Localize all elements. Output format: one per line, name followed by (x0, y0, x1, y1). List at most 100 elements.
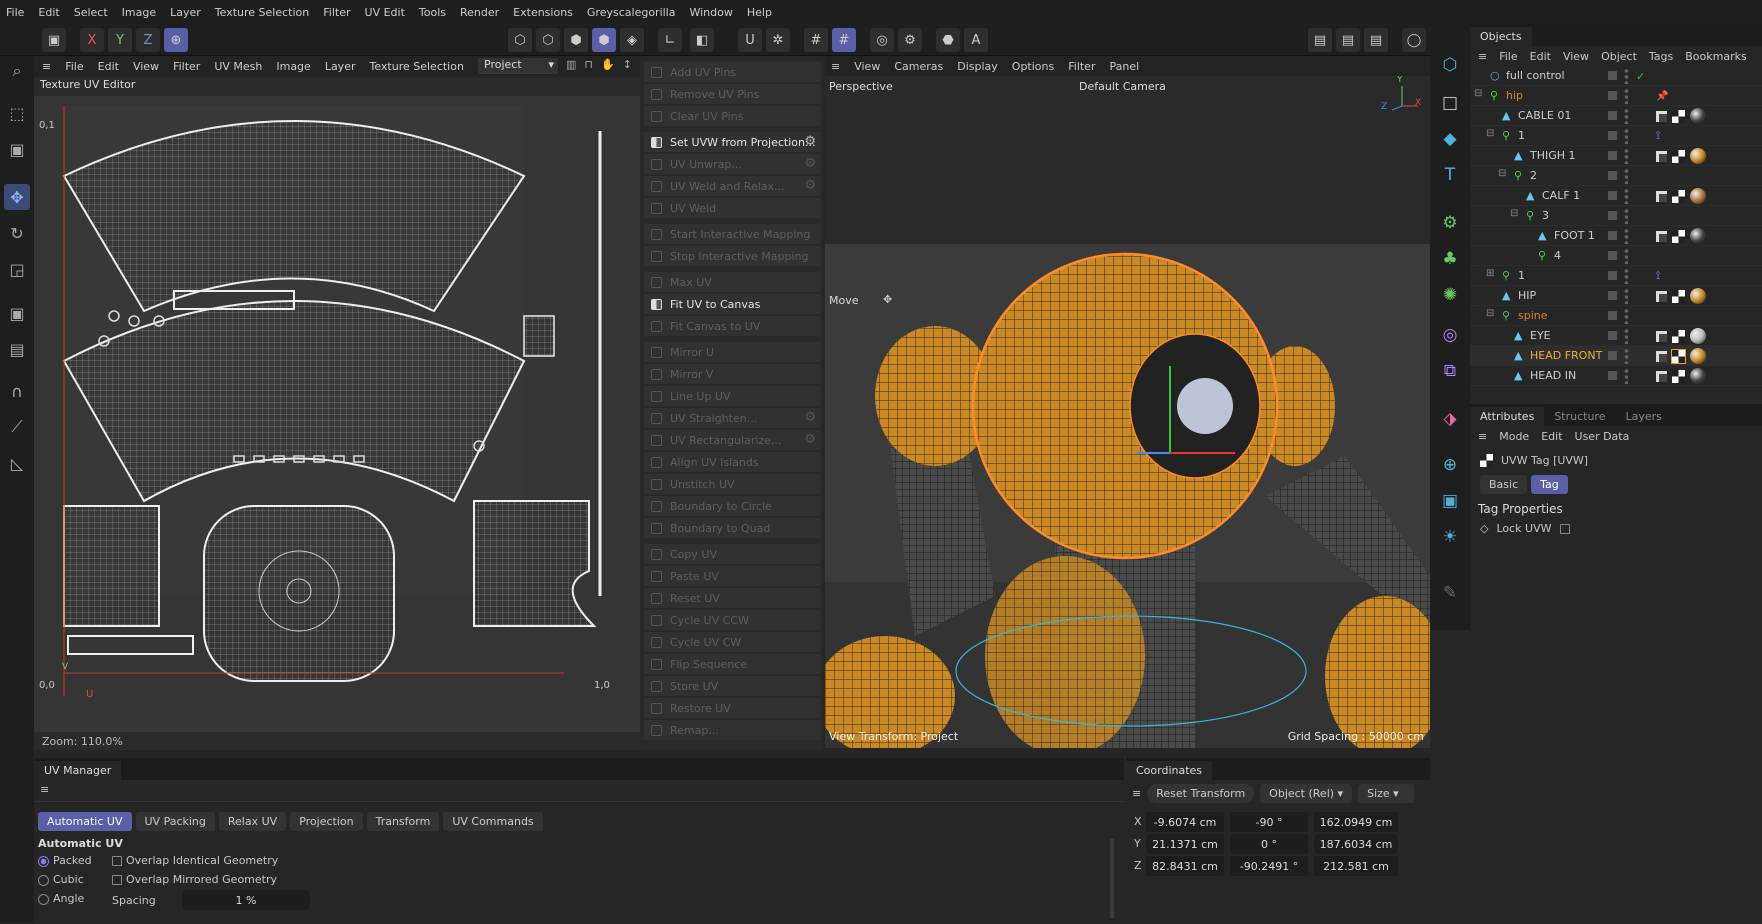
visibility-toggle[interactable] (1608, 191, 1617, 200)
objects-menu-file[interactable]: File (1499, 50, 1517, 63)
viewport-menu-filter[interactable]: Filter (1068, 60, 1095, 73)
viewport-menu-cameras[interactable]: Cameras (894, 60, 943, 73)
ik-tag-icon[interactable]: ⟟ (1656, 129, 1660, 143)
size-mode-select[interactable]: Size ▾ (1358, 783, 1415, 803)
attr-tab-basic[interactable]: Basic (1480, 475, 1528, 494)
uv-menu-layer[interactable]: Layer (325, 60, 356, 73)
cmd-clear-uv-pins[interactable]: Clear UV Pins (644, 106, 820, 127)
objects-menu-object[interactable]: Object (1601, 50, 1637, 63)
solo-icon[interactable]: ◎ (870, 28, 894, 52)
volume-icon[interactable]: ⧉ (1437, 358, 1463, 384)
uv-manager-tab-transform[interactable]: Transform (366, 812, 440, 831)
cmd-reset-uv[interactable]: Reset UV (644, 588, 820, 609)
material-tag-icon[interactable] (1690, 188, 1706, 204)
material-tag-icon[interactable] (1690, 368, 1706, 384)
objects-menu-bookmarks[interactable]: Bookmarks (1685, 50, 1746, 63)
objects-menu-view[interactable]: View (1563, 50, 1589, 63)
cmd-uv-weld-and-relax[interactable]: UV Weld and Relax... ⚙ (644, 176, 820, 197)
layer-dots[interactable] (1624, 348, 1629, 364)
uv-polygons-mode-icon[interactable]: ⬢ (592, 28, 616, 52)
deformer-icon[interactable]: ✺ (1437, 282, 1463, 308)
cmd-align-uv-islands[interactable]: Align UV Islands (644, 452, 820, 473)
object-row[interactable]: ⊟ ⚲ 2 (1470, 166, 1762, 186)
layer-dots[interactable] (1624, 108, 1629, 124)
snap-icon[interactable]: Ս (738, 28, 762, 52)
overlap-identical-checkbox[interactable]: Overlap Identical Geometry (112, 854, 278, 867)
keyframe-diamond-icon[interactable]: ◇ (1480, 522, 1488, 535)
layer-dots[interactable] (1624, 268, 1629, 284)
cube-icon[interactable]: ⬡ (1437, 52, 1463, 78)
workplane-icon[interactable]: # (832, 28, 856, 52)
uvw-tag-icon[interactable] (1672, 149, 1685, 163)
menu-image[interactable]: Image (122, 6, 156, 19)
visibility-toggle[interactable] (1608, 271, 1617, 280)
points-mode-icon[interactable]: ⬡ (508, 28, 532, 52)
field-icon[interactable]: ◎ (1437, 322, 1463, 348)
menu-uv-edit[interactable]: UV Edit (365, 6, 405, 19)
visibility-toggle[interactable] (1608, 231, 1617, 240)
uvw-tag-icon[interactable] (1672, 109, 1685, 123)
material-tag-icon[interactable] (1690, 228, 1706, 244)
render-queue-icon[interactable]: ▤ (1364, 28, 1388, 52)
cmd-unstitch-uv[interactable]: Unstitch UV (644, 474, 820, 495)
visibility-toggle[interactable] (1608, 291, 1617, 300)
mode-cubic[interactable]: Cubic (38, 873, 84, 886)
viewport-menu-panel[interactable]: Panel (1109, 60, 1139, 73)
material-tag-icon[interactable] (1690, 348, 1706, 364)
magnet-tool-icon[interactable]: ∩ (4, 378, 30, 404)
phong-tag-icon[interactable] (1656, 290, 1667, 302)
menu-filter[interactable]: Filter (323, 6, 350, 19)
menu-texture-selection[interactable]: Texture Selection (215, 6, 309, 19)
cmd-mirror-v[interactable]: Mirror V (644, 364, 820, 385)
cmd-remap[interactable]: Remap... (644, 720, 820, 741)
hamburger-icon[interactable]: ≡ (1478, 430, 1487, 443)
layer-dots[interactable] (1624, 88, 1629, 104)
layer-dots[interactable] (1624, 68, 1629, 84)
uv-menu-filter[interactable]: Filter (173, 60, 200, 73)
axis-x-button[interactable]: X (80, 28, 104, 52)
coord-size-z[interactable]: 212.581 cm (1314, 856, 1398, 876)
coordinate-system-button[interactable]: ⊕ (164, 28, 188, 52)
cmd-uv-weld[interactable]: UV Weld (644, 198, 820, 219)
menu-greyscalegorilla[interactable]: Greyscalegorilla (587, 6, 676, 19)
collapse-icon[interactable]: ⊟ (1498, 168, 1506, 179)
uvw-tag-icon[interactable] (1672, 189, 1685, 203)
object-row[interactable]: ⚲ 4 (1470, 246, 1762, 266)
visibility-toggle[interactable] (1608, 331, 1617, 340)
tab-objects[interactable]: Objects (1470, 27, 1532, 46)
cmd-remove-uv-pins[interactable]: Remove UV Pins (644, 84, 820, 105)
project-select[interactable]: Project ▾ (478, 58, 558, 74)
scrollbar[interactable] (1110, 838, 1114, 918)
layer-dots[interactable] (1624, 228, 1629, 244)
knife-tool-icon[interactable]: ⟋ (4, 414, 30, 440)
coord-pos-z[interactable]: 82.8431 cm (1146, 856, 1224, 876)
text-tool-icon[interactable]: A (964, 28, 988, 52)
menu-render[interactable]: Render (460, 6, 499, 19)
object-row[interactable]: ⊞ ⚲ 1 ⟟ (1470, 266, 1762, 286)
coord-rot-x[interactable]: -90 ° (1230, 812, 1308, 832)
cmd-start-interactive-mapping[interactable]: Start Interactive Mapping (644, 224, 820, 245)
uv-manager-tab-projection[interactable]: Projection (290, 812, 363, 831)
coord-rot-y[interactable]: 0 ° (1230, 834, 1308, 854)
uvw-tag-icon[interactable] (1672, 329, 1685, 343)
visibility-toggle[interactable] (1608, 91, 1617, 100)
attributes-menu-mode[interactable]: Mode (1499, 430, 1529, 443)
visibility-toggle[interactable] (1608, 251, 1617, 260)
coord-rot-z[interactable]: -90.2491 ° (1230, 856, 1308, 876)
layer-dots[interactable] (1624, 148, 1629, 164)
brush-tool-icon[interactable]: ◺ (4, 450, 30, 476)
pan-icon[interactable]: ✋ (601, 58, 623, 71)
object-row[interactable]: ⊟ ⚲ hip 📌 (1470, 86, 1762, 106)
rotate-tool-icon[interactable]: ↻ (4, 220, 30, 246)
menu-edit[interactable]: Edit (38, 6, 59, 19)
pen-icon[interactable]: ✎ (1437, 580, 1463, 606)
hamburger-icon[interactable]: ≡ (34, 780, 1124, 802)
zoom-arrows-icon[interactable]: ↕ (623, 58, 640, 71)
uv-menu-view[interactable]: View (133, 60, 159, 73)
layer-dots[interactable] (1624, 168, 1629, 184)
layer-dots[interactable] (1624, 368, 1629, 384)
edges-mode-icon[interactable]: ⬡ (536, 28, 560, 52)
uv-menu-image[interactable]: Image (276, 60, 310, 73)
cmd-line-up-uv[interactable]: Line Up UV (644, 386, 820, 407)
cmd-copy-uv[interactable]: Copy UV (644, 544, 820, 565)
